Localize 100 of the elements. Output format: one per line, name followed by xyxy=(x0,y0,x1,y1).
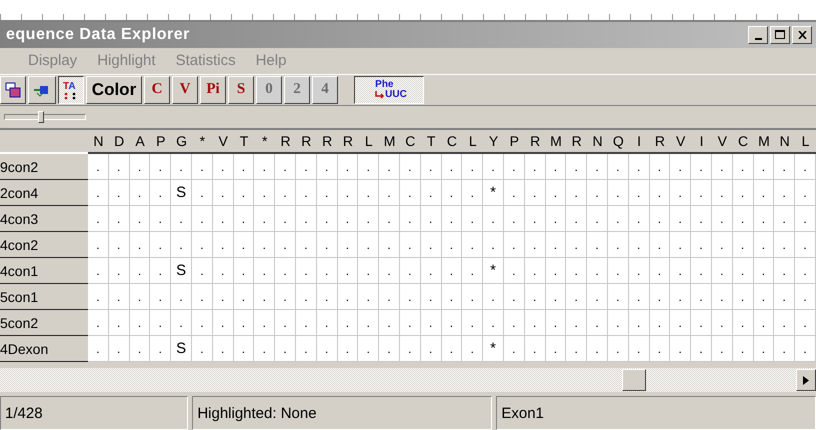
column-header: Y xyxy=(483,130,504,154)
row-header: 5con1 xyxy=(0,284,88,310)
table-cell: . xyxy=(108,310,130,336)
translate-button[interactable]: Phe UUC xyxy=(354,76,424,104)
table-cell: . xyxy=(608,258,629,284)
table-cell: . xyxy=(150,232,172,258)
scroll-right-button[interactable] xyxy=(796,369,816,392)
table-cell: . xyxy=(212,180,234,206)
table-cell: . xyxy=(566,336,588,362)
slider-thumb[interactable] xyxy=(38,111,44,124)
table-cell: . xyxy=(566,258,588,284)
table-cell: . xyxy=(88,284,109,310)
column-header: R xyxy=(566,130,588,154)
row-header: 4con1 xyxy=(0,258,88,284)
table-cell: . xyxy=(608,284,629,310)
color-button[interactable]: Color xyxy=(86,76,142,104)
horizontal-scrollbar[interactable] xyxy=(0,368,816,392)
scroll-thumb[interactable] xyxy=(622,369,646,392)
table-cell: . xyxy=(462,154,484,180)
close-button[interactable] xyxy=(792,26,812,44)
table-cell: . xyxy=(254,310,276,336)
table-cell: . xyxy=(628,154,650,180)
table-cell: . xyxy=(420,180,442,206)
table-cell: . xyxy=(608,206,629,232)
table-cell: . xyxy=(732,284,754,310)
table-cell: . xyxy=(774,154,796,180)
table-cell: . xyxy=(275,154,296,180)
table-cell: . xyxy=(546,258,566,284)
table-cell: . xyxy=(732,310,754,336)
toolbar-button[interactable]: Pi xyxy=(200,76,226,104)
toolbar-button[interactable]: TA xyxy=(58,76,84,104)
table-cell: . xyxy=(732,206,754,232)
table-cell: . xyxy=(732,258,754,284)
table-cell: . xyxy=(420,206,442,232)
table-cell: . xyxy=(712,232,733,258)
menu-item[interactable]: Help xyxy=(256,52,286,70)
table-cell: . xyxy=(795,310,816,336)
table-cell: . xyxy=(379,154,400,180)
toolbar-button[interactable] xyxy=(0,76,26,104)
table-cell: . xyxy=(88,180,109,206)
menu-item[interactable]: Display xyxy=(28,52,78,70)
table-cell: . xyxy=(628,180,650,206)
menu-item[interactable]: Statistics xyxy=(176,52,236,70)
table-cell: . xyxy=(379,284,400,310)
column-header: R xyxy=(275,130,296,154)
table-cell: . xyxy=(130,258,150,284)
table-cell: . xyxy=(316,154,338,180)
table-cell: . xyxy=(442,232,462,258)
column-header: R xyxy=(296,130,317,154)
table-cell: . xyxy=(296,336,317,362)
table-cell: . xyxy=(212,284,234,310)
table-cell: . xyxy=(546,154,566,180)
table-cell: . xyxy=(524,180,546,206)
table-cell: . xyxy=(420,154,442,180)
column-header: L xyxy=(795,130,816,154)
toolbar-button[interactable]: C xyxy=(144,76,170,104)
table-cell: . xyxy=(546,232,566,258)
table-cell: . xyxy=(212,154,234,180)
table-cell: . xyxy=(546,206,566,232)
table-cell: . xyxy=(774,336,796,362)
table-cell: . xyxy=(130,284,150,310)
table-cell: . xyxy=(400,336,421,362)
table-cell: . xyxy=(504,258,525,284)
table-cell: . xyxy=(483,232,504,258)
table-cell: . xyxy=(587,180,608,206)
table-cell: . xyxy=(566,180,588,206)
table-cell: . xyxy=(400,154,421,180)
table-cell: . xyxy=(670,154,692,180)
table-cell: . xyxy=(628,336,650,362)
table-cell: . xyxy=(691,284,712,310)
table-cell: . xyxy=(150,206,172,232)
table-cell: . xyxy=(234,206,254,232)
table-cell: . xyxy=(712,284,733,310)
minimize-button[interactable] xyxy=(748,26,768,44)
table-cell: . xyxy=(608,310,629,336)
table-cell: . xyxy=(712,258,733,284)
minimize-icon xyxy=(754,38,762,40)
table-cell: . xyxy=(234,154,254,180)
table-cell: . xyxy=(566,206,588,232)
column-header: M xyxy=(379,130,400,154)
table-cell: . xyxy=(524,258,546,284)
table-cell: . xyxy=(670,310,692,336)
table-cell: . xyxy=(192,232,213,258)
table-cell: . xyxy=(192,284,213,310)
menu-item[interactable]: Highlight xyxy=(97,52,156,70)
table-cell: . xyxy=(254,258,276,284)
table-cell: . xyxy=(108,180,130,206)
table-cell: . xyxy=(546,284,566,310)
toolbar-button[interactable] xyxy=(28,76,56,104)
status-pane: Highlighted: None xyxy=(192,396,492,430)
table-cell: . xyxy=(275,310,296,336)
table-cell: . xyxy=(379,310,400,336)
table-cell: . xyxy=(275,258,296,284)
table-cell: S xyxy=(171,336,192,362)
toolbar-button[interactable]: S xyxy=(228,76,254,104)
table-cell: . xyxy=(712,310,733,336)
column-header: G xyxy=(171,130,192,154)
maximize-button[interactable] xyxy=(770,26,790,44)
toolbar-button[interactable]: V xyxy=(172,76,198,104)
table-cell: . xyxy=(462,258,484,284)
